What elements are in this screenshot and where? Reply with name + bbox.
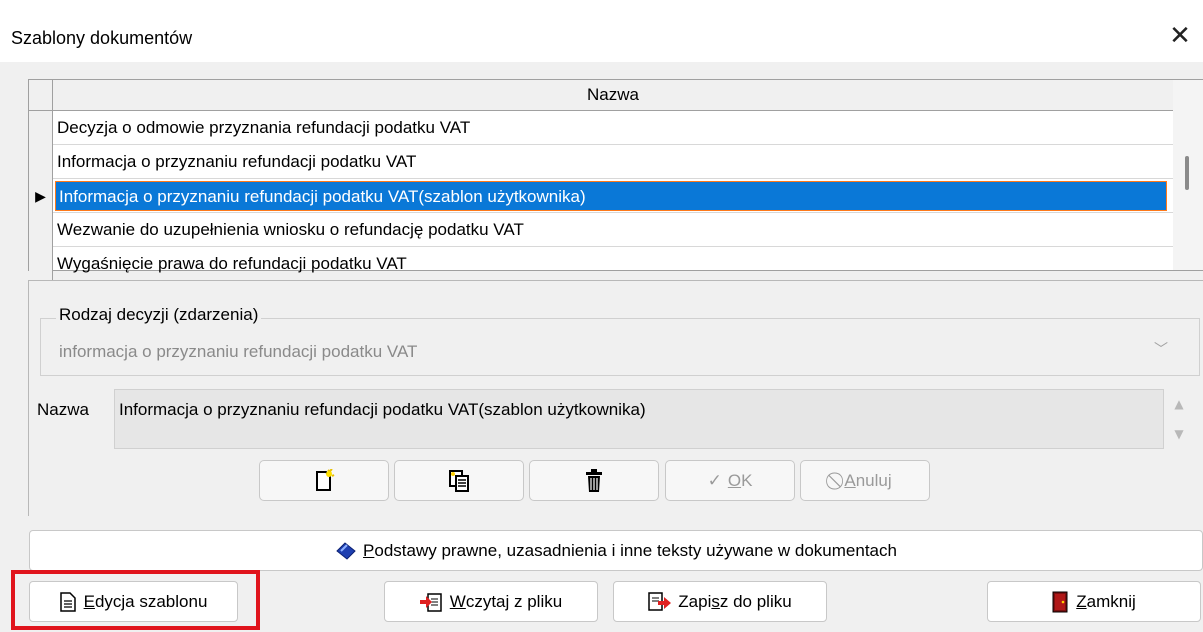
row-indicator [29, 145, 53, 179]
grid-rows: Decyzja o odmowie przyznania refundacji … [29, 111, 1173, 281]
name-field[interactable]: Informacja o przyznaniu refundacji podat… [114, 389, 1164, 449]
row-label[interactable]: Decyzja o odmowie przyznania refundacji … [57, 111, 470, 145]
column-header-nazwa[interactable]: Nazwa [53, 80, 1173, 110]
scrollbar-thumb[interactable] [1185, 156, 1189, 190]
row-label[interactable]: Informacja o przyznaniu refundacji podat… [57, 145, 416, 179]
row-indicator [29, 247, 53, 281]
door-icon [1052, 591, 1068, 612]
table-row[interactable]: Wygaśnięcie prawa do refundacji podatku … [29, 247, 1173, 281]
row-label[interactable]: Informacja o przyznaniu refundacji podat… [55, 181, 1167, 211]
new-template-button[interactable] [259, 460, 389, 501]
name-value: Informacja o przyznaniu refundacji podat… [119, 400, 646, 419]
row-indicator [29, 111, 53, 145]
templates-grid[interactable]: Nazwa Decyzja o odmowie przyznania refun… [28, 79, 1203, 281]
cancel-mnemonic: A [844, 470, 856, 490]
decision-type-label: Rodzaj decyzji (zdarzenia) [56, 305, 262, 325]
table-row[interactable]: Decyzja o odmowie przyznania refundacji … [29, 111, 1173, 145]
close-mnemonic: Z [1076, 591, 1087, 611]
copy-template-button[interactable] [394, 460, 524, 501]
scroll-up-icon[interactable]: ▲ [1174, 397, 1183, 411]
grid-header: Nazwa [29, 80, 1173, 111]
export-file-icon [648, 591, 672, 611]
close-window-button[interactable]: ✕ [1160, 16, 1200, 56]
load-label: czytaj z pliku [465, 591, 563, 611]
import-file-icon [419, 592, 442, 612]
decision-type-value: informacja o przyznaniu refundacji podat… [59, 342, 418, 361]
trash-icon [586, 468, 602, 492]
legal-bases-label: odstawy prawne, uzasadnienia i inne teks… [374, 540, 897, 560]
row-indicator [29, 213, 53, 247]
scroll-down-icon[interactable]: ▼ [1174, 427, 1183, 441]
close-button[interactable]: Zamknij [987, 581, 1201, 622]
row-label[interactable]: Wezwanie do uzupełnienia wniosku o refun… [57, 213, 524, 247]
current-row-arrow-icon: ▶ [29, 179, 53, 213]
load-from-file-button[interactable]: Wczytaj z pliku [384, 581, 598, 622]
cancel-button[interactable]: ⃠ Anuluj [800, 460, 930, 501]
title-bar: Szablony dokumentów ✕ [0, 0, 1203, 62]
name-label: Nazwa [37, 400, 89, 419]
copy-document-icon [449, 469, 469, 492]
legal-bases-button[interactable]: Podstawy prawne, uzasadnienia i inne tek… [29, 530, 1203, 571]
row-label[interactable]: Wygaśnięcie prawa do refundacji podatku … [57, 247, 407, 281]
decision-type-combo[interactable]: informacja o przyznaniu refundacji podat… [59, 334, 1189, 370]
checkmark-icon: ✓ [707, 470, 722, 491]
save-to-file-button[interactable]: Zapi s z do pliku [613, 581, 827, 622]
save-label-pre: Zapi [678, 591, 712, 611]
table-row-selected[interactable]: ▶ Informacja o przyznaniu refundacji pod… [29, 179, 1173, 213]
ok-mnemonic: O [727, 470, 742, 490]
name-field-scroll[interactable]: ▲ ▼ [1164, 389, 1194, 449]
chevron-down-icon[interactable]: ﹀ [1151, 340, 1171, 360]
window-title: Szablony dokumentów [11, 28, 193, 48]
table-row[interactable]: Informacja o przyznaniu refundacji podat… [29, 145, 1173, 179]
delete-template-button[interactable] [529, 460, 659, 501]
ok-label-rest: K [741, 470, 753, 490]
new-document-icon [316, 468, 335, 491]
close-icon: ✕ [1169, 21, 1191, 51]
save-mnemonic: s [711, 591, 720, 611]
table-row[interactable]: Wezwanie do uzupełnienia wniosku o refun… [29, 213, 1173, 247]
load-mnemonic: W [449, 591, 466, 611]
save-label-rest: z do pliku [719, 591, 792, 611]
highlight-frame [11, 570, 260, 630]
pencil-icon [336, 541, 356, 560]
legal-bases-mnemonic: P [363, 540, 375, 560]
ok-button[interactable]: ✓ OK [665, 460, 795, 501]
close-label: amknij [1086, 591, 1136, 611]
templates-dialog: Szablony dokumentów ✕ Nazwa Decyzja o od… [0, 0, 1203, 632]
cancel-label-rest: nuluj [855, 470, 892, 490]
grid-corner [29, 80, 53, 110]
grid-scrollbar[interactable] [1173, 80, 1203, 270]
